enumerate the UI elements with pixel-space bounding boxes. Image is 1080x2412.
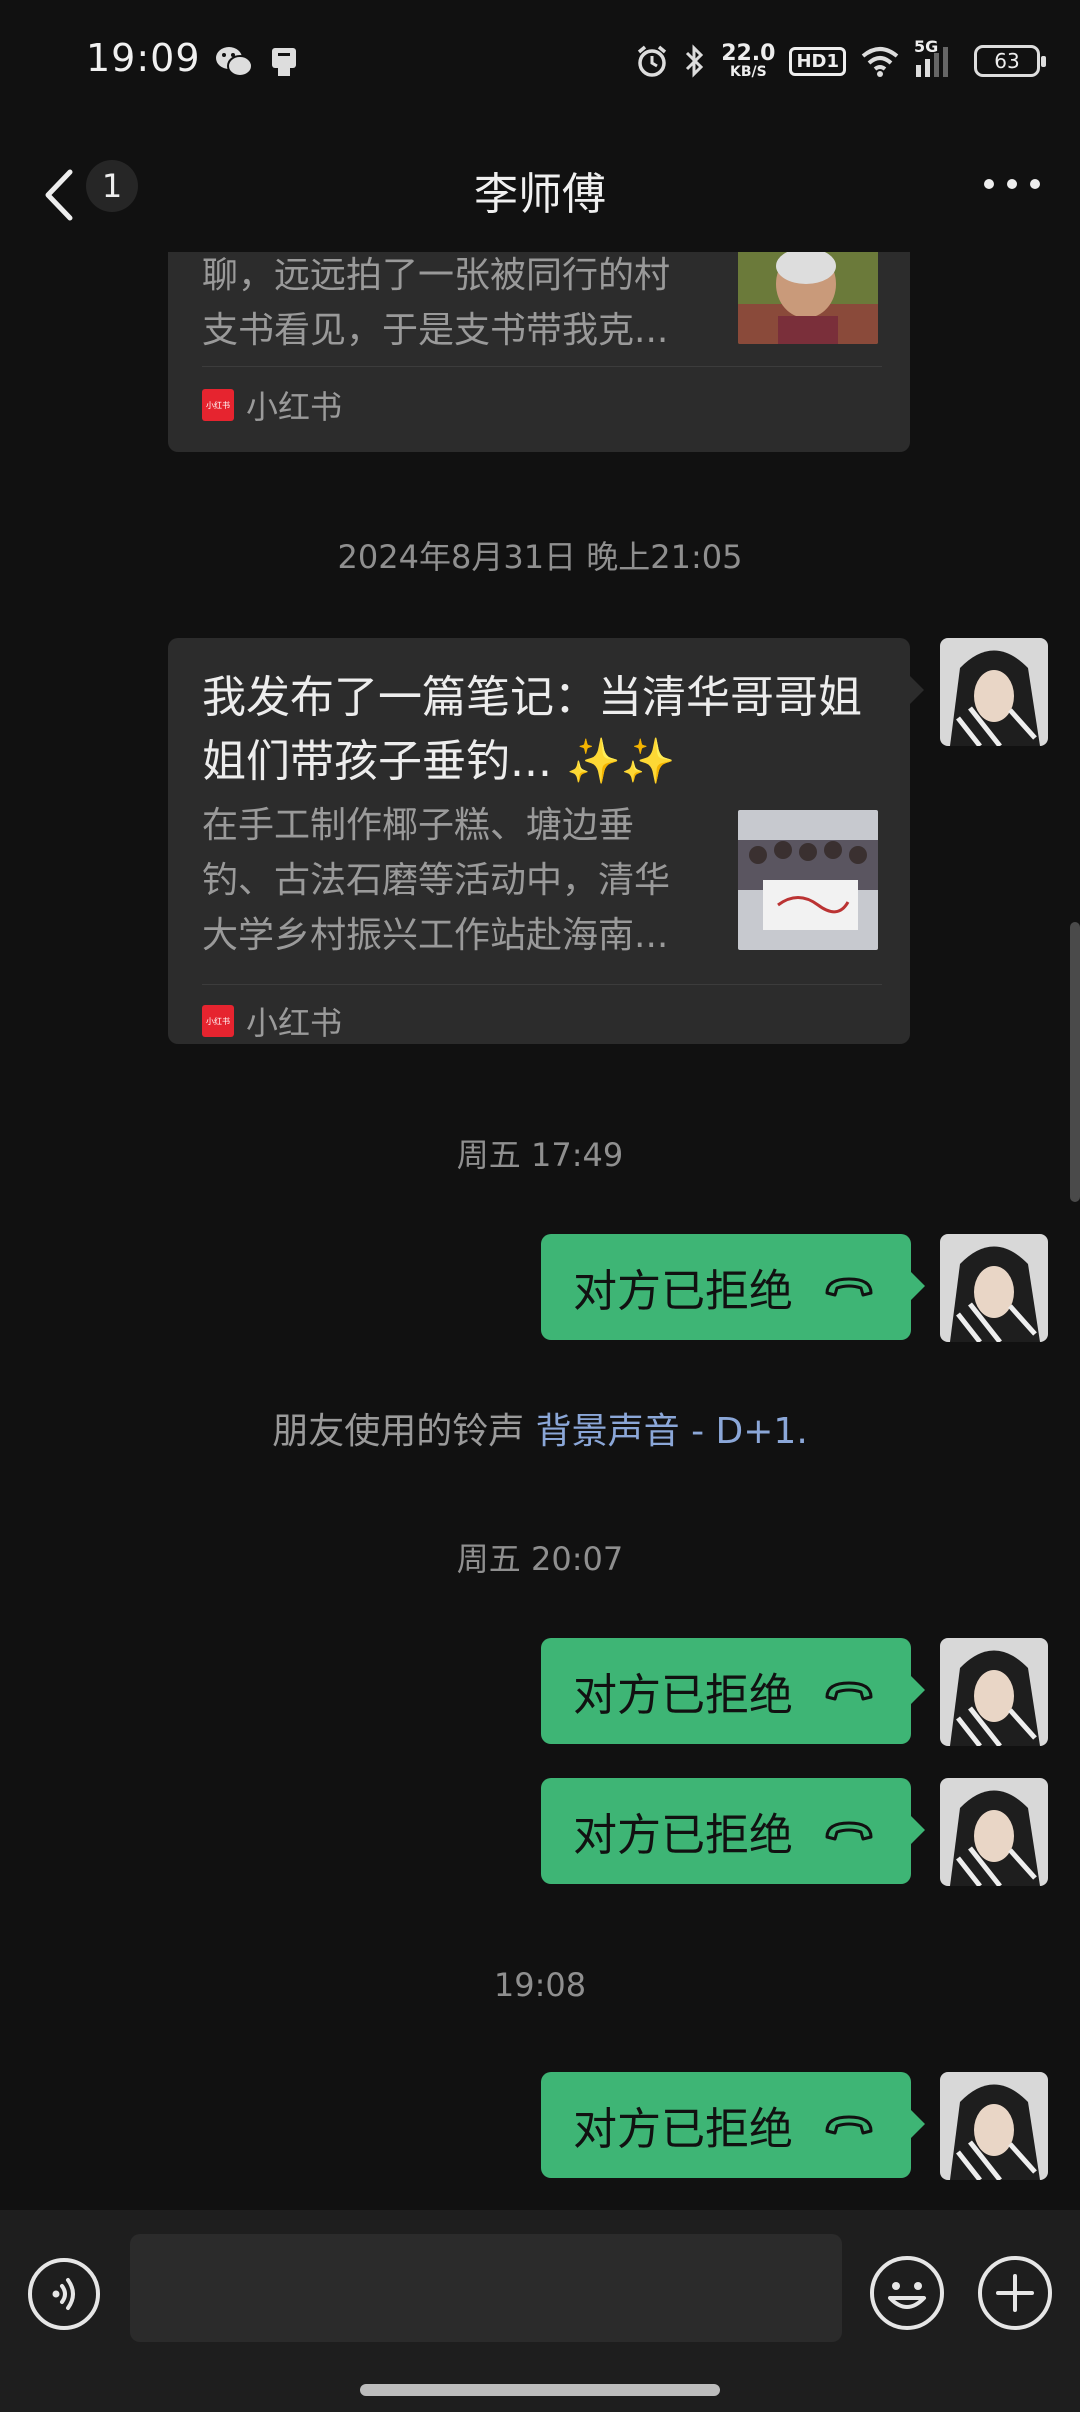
battery-indicator: 63 bbox=[974, 45, 1046, 77]
voice-input-icon[interactable] bbox=[26, 2256, 102, 2332]
scrollbar-thumb[interactable] bbox=[1070, 922, 1080, 1202]
xiaohongshu-logo-icon: 小红书 bbox=[202, 1005, 234, 1037]
ringtone-link[interactable]: 背景声音 - D+1. bbox=[536, 1411, 808, 1452]
notification-app-icon bbox=[272, 48, 296, 76]
call-status-label: 对方已拒绝 bbox=[573, 1810, 793, 1861]
plus-icon[interactable] bbox=[976, 2254, 1054, 2332]
card-source: 小红书 小红书 bbox=[202, 382, 342, 428]
chat-title: 李师傅 bbox=[474, 169, 606, 220]
card-source: 小红书 小红书 bbox=[202, 998, 342, 1044]
status-time: 19:09 bbox=[86, 36, 201, 80]
declined-call-bubble[interactable]: 对方已拒绝 bbox=[541, 2072, 925, 2178]
message-timestamp: 2024年8月31日 晚上21:05 bbox=[337, 538, 743, 576]
user-avatar[interactable] bbox=[940, 1234, 1048, 1342]
emoji-icon[interactable] bbox=[868, 2254, 946, 2332]
message-timestamp: 周五 17:49 bbox=[456, 1136, 624, 1174]
dot-icon bbox=[984, 179, 994, 189]
card-source-label: 小红书 bbox=[246, 388, 343, 426]
bluetooth-icon bbox=[686, 44, 704, 78]
declined-call-bubble[interactable]: 对方已拒绝 bbox=[541, 1638, 925, 1744]
message-text-field[interactable] bbox=[130, 2234, 842, 2342]
message-input-bar bbox=[0, 2210, 1080, 2412]
cellular-signal: 5G bbox=[914, 37, 960, 79]
status-right-group: 22.0 KB/S HD1 5G 63 bbox=[635, 36, 1046, 86]
card-divider bbox=[202, 984, 882, 985]
more-options-button[interactable] bbox=[984, 174, 1040, 194]
user-avatar[interactable] bbox=[940, 638, 1048, 746]
message-timestamp: 19:08 bbox=[493, 1966, 587, 2004]
dot-icon bbox=[1007, 179, 1017, 189]
ringtone-prefix: 朋友使用的铃声 bbox=[272, 1411, 525, 1452]
shared-note-card[interactable]: 我发布了一篇笔记：当清华哥哥姐 姐们带孩子垂钓... ✨✨ 在手工制作椰子糕、塘… bbox=[168, 638, 924, 1044]
ringtone-notice: 朋友使用的铃声 背景声音 - D+1. bbox=[0, 1402, 1080, 1454]
status-bar: 19:09 22.0 KB/S HD1 5G 63 bbox=[0, 0, 1080, 124]
hd-voice-badge: HD1 bbox=[789, 46, 846, 76]
message-timestamp: 周五 20:07 bbox=[456, 1540, 624, 1578]
phone-hangup-icon bbox=[825, 1821, 873, 1841]
call-status-label: 对方已拒绝 bbox=[573, 1266, 793, 1317]
user-avatar[interactable] bbox=[940, 2072, 1048, 2180]
xiaohongshu-logo-icon: 小红书 bbox=[202, 389, 234, 421]
wifi-icon bbox=[861, 47, 899, 77]
card-thumbnail-image bbox=[738, 810, 878, 950]
home-indicator[interactable] bbox=[360, 2384, 720, 2396]
card-source-label: 小红书 bbox=[246, 1004, 343, 1042]
phone-hangup-icon bbox=[825, 1681, 873, 1701]
card-title: 我发布了一篇笔记：当清华哥哥姐 姐们带孩子垂钓... ✨✨ bbox=[202, 672, 862, 787]
card-description: 聊，远远拍了一张被同行的村 支书看见，于是支书带我克... bbox=[202, 255, 671, 351]
wechat-icon bbox=[216, 47, 253, 77]
card-thumbnail-image bbox=[738, 252, 878, 344]
network-speed: 22.0 KB/S bbox=[721, 41, 776, 80]
call-status-label: 对方已拒绝 bbox=[573, 1670, 793, 1721]
phone-hangup-icon bbox=[825, 1277, 873, 1297]
call-status-label: 对方已拒绝 bbox=[573, 2104, 793, 2155]
card-description: 在手工制作椰子糕、塘边垂 钓、古法石磨等活动中，清华 大学乡村振兴工作站赴海南.… bbox=[202, 805, 671, 956]
user-avatar[interactable] bbox=[940, 1638, 1048, 1746]
card-divider bbox=[202, 366, 882, 367]
declined-call-bubble[interactable]: 对方已拒绝 bbox=[541, 1778, 925, 1884]
shared-note-card[interactable]: 聊，远远拍了一张被同行的村 支书看见，于是支书带我克... 小红书 小红书 bbox=[168, 252, 910, 452]
dot-icon bbox=[1030, 179, 1040, 189]
phone-hangup-icon bbox=[825, 2115, 873, 2135]
signal-bars-icon bbox=[916, 47, 948, 77]
user-avatar[interactable] bbox=[940, 1778, 1048, 1886]
alarm-icon bbox=[638, 45, 667, 77]
chat-message-list[interactable]: 聊，远远拍了一张被同行的村 支书看见，于是支书带我克... 小红书 小红书 20… bbox=[0, 252, 1080, 2210]
declined-call-bubble[interactable]: 对方已拒绝 bbox=[541, 1234, 925, 1340]
